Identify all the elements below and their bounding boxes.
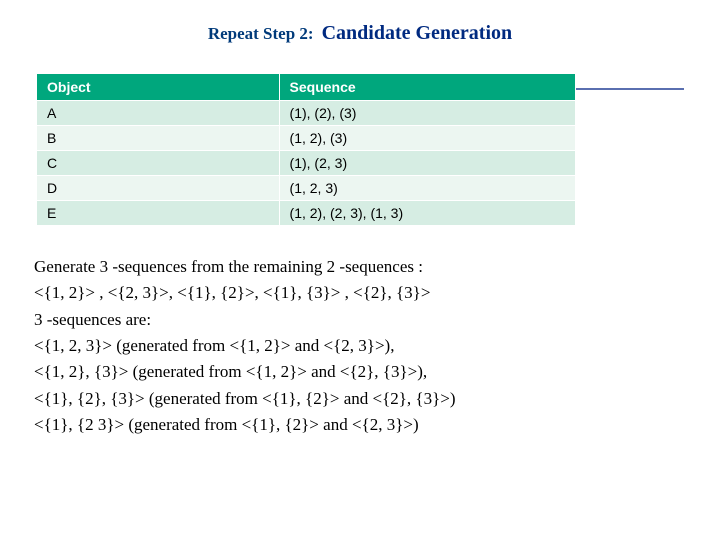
table-row: E (1, 2), (2, 3), (1, 3) [37, 201, 576, 226]
cell-sequence: (1, 2, 3) [279, 176, 575, 201]
explanation-text: Generate 3 -sequences from the remaining… [30, 254, 690, 438]
cell-object: B [37, 126, 280, 151]
text-line: <{1}, {2}, {3}> (generated from <{1}, {2… [34, 386, 680, 412]
col-header-object: Object [37, 74, 280, 101]
slide-title: Repeat Step 2: Candidate Generation [30, 22, 690, 45]
text-line: 3 -sequences are: [34, 307, 680, 333]
table-row: A (1), (2), (3) [37, 101, 576, 126]
table-row: B (1, 2), (3) [37, 126, 576, 151]
table-row: D (1, 2, 3) [37, 176, 576, 201]
text-line: Generate 3 -sequences from the remaining… [34, 254, 680, 280]
cell-object: E [37, 201, 280, 226]
text-line: <{1}, {2 3}> (generated from <{1}, {2}> … [34, 412, 680, 438]
sequence-table: Object Sequence A (1), (2), (3) B (1, 2)… [36, 73, 576, 226]
cell-sequence: (1, 2), (2, 3), (1, 3) [279, 201, 575, 226]
cell-object: D [37, 176, 280, 201]
text-line: <{1, 2}, {3}> (generated from <{1, 2}> a… [34, 359, 680, 385]
table-area: Object Sequence A (1), (2), (3) B (1, 2)… [36, 73, 684, 226]
cell-object: A [37, 101, 280, 126]
title-prefix: Repeat Step 2: [208, 24, 314, 43]
cell-sequence: (1), (2), (3) [279, 101, 575, 126]
text-line: <{1, 2}> , <{2, 3}>, <{1}, {2}>, <{1}, {… [34, 280, 680, 306]
cell-sequence: (1, 2), (3) [279, 126, 575, 151]
cell-sequence: (1), (2, 3) [279, 151, 575, 176]
col-header-sequence: Sequence [279, 74, 575, 101]
title-main: Candidate Generation [322, 22, 513, 44]
text-line: <{1, 2, 3}> (generated from <{1, 2}> and… [34, 333, 680, 359]
cell-object: C [37, 151, 280, 176]
table-row: C (1), (2, 3) [37, 151, 576, 176]
